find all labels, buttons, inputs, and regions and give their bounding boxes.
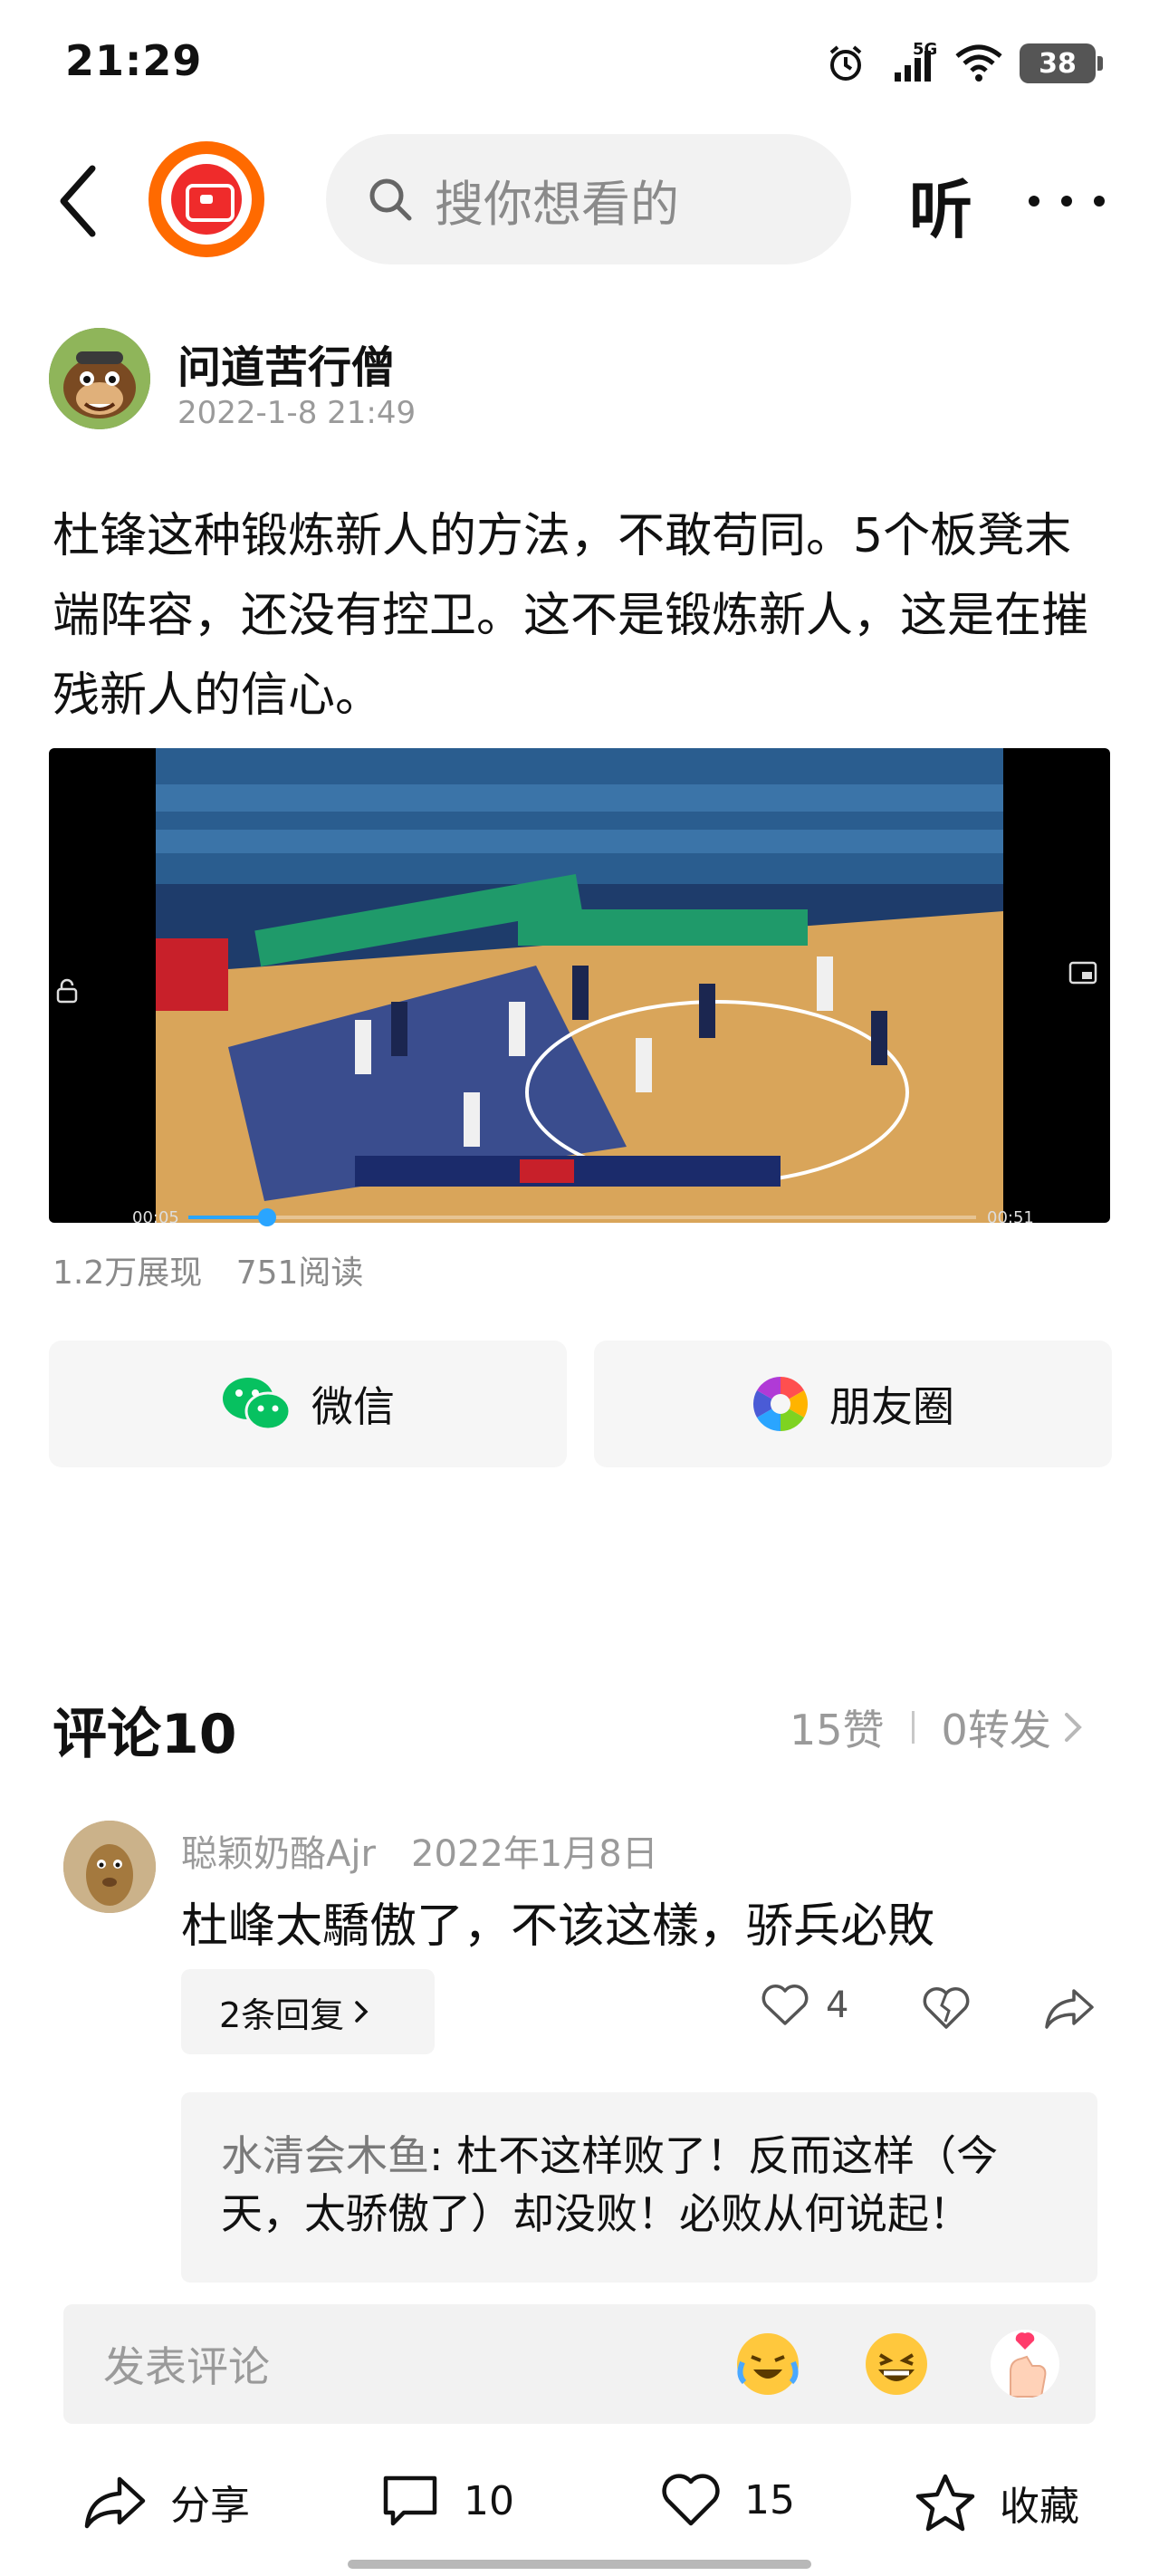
replies-count-label: 2条回复: [219, 1994, 345, 2035]
video-progress-handle[interactable]: [258, 1208, 276, 1226]
engagement-summary[interactable]: 15赞 0转发: [790, 1697, 1084, 1757]
video-player[interactable]: [49, 748, 1110, 1223]
bottom-action-bar: 分享 10 15 收藏: [0, 2446, 1159, 2554]
reply-author[interactable]: 水清会木鱼: [221, 2131, 429, 2180]
likes-summary: 15赞: [790, 1706, 885, 1754]
favorite-label: 收藏: [1000, 2484, 1079, 2530]
moments-icon: [752, 1377, 809, 1431]
status-time: 21:29: [65, 36, 203, 85]
share-moments-button[interactable]: 朋友圈: [594, 1341, 1112, 1467]
chevron-right-icon: [1064, 1713, 1082, 1742]
home-indicator[interactable]: [348, 2560, 811, 2569]
share-button[interactable]: 分享: [83, 2473, 250, 2531]
commenter-name[interactable]: 聪颖奶酪Ajr: [181, 1824, 376, 1877]
lock-icon[interactable]: [54, 978, 80, 1004]
finger-heart-emoji-icon[interactable]: [991, 2330, 1059, 2398]
post-body: 杜锋这种锻炼新人的方法，不敢苟同。5个板凳末端阵容，还没有控卫。这不是锻炼新人，…: [53, 509, 1089, 723]
search-icon: [369, 178, 412, 221]
video-progress-track[interactable]: [188, 1216, 976, 1219]
commenter-avatar[interactable]: [63, 1821, 156, 1913]
comment-like-button[interactable]: 4: [761, 1984, 848, 2027]
wifi-icon: [955, 44, 1002, 82]
comment-dislike-button[interactable]: [922, 1985, 971, 2031]
comment-count: 10: [464, 2477, 514, 2524]
more-dot-icon: [1029, 196, 1039, 207]
video-current-time: 00:05: [132, 1208, 179, 1227]
comment-input[interactable]: 发表评论: [63, 2304, 1096, 2424]
search-placeholder: 搜你想看的: [435, 175, 679, 233]
grin-emoji-icon[interactable]: [862, 2330, 931, 2398]
video-progress-fill: [188, 1216, 267, 1219]
reply-preview[interactable]: 水清会木鱼: 杜不这样败了！反而这样（今天，太骄傲了）却没败！必败从何说起！: [181, 2092, 1097, 2283]
pip-icon[interactable]: [1068, 960, 1097, 985]
status-icons: 5G 38: [826, 38, 1103, 89]
chevron-left-icon: [60, 165, 96, 237]
network-type: 5G: [913, 40, 938, 59]
impressions-count: 1.2万展现: [53, 1254, 203, 1292]
search-input[interactable]: 搜你想看的: [326, 134, 851, 264]
comment-date: 2022年1月8日: [411, 1833, 658, 1875]
more-dot-icon: [1094, 196, 1105, 207]
broken-heart-icon: [923, 1987, 970, 2029]
battery-indicator: 38: [1020, 43, 1103, 83]
author-name[interactable]: 问道苦行僧: [177, 332, 395, 395]
share-wechat-label: 微信: [311, 1382, 395, 1431]
video-duration: 00:51: [987, 1208, 1034, 1227]
toutiao-logo-icon: [171, 164, 242, 235]
share-arrow-icon: [84, 2476, 146, 2529]
share-label: 分享: [170, 2483, 250, 2529]
share-moments-label: 朋友圈: [829, 1382, 954, 1431]
star-outline-icon: [915, 2474, 975, 2532]
share-arrow-icon: [1045, 1989, 1094, 2029]
laugh-cry-emoji-icon[interactable]: [733, 2330, 802, 2398]
share-wechat-button[interactable]: 微信: [49, 1341, 567, 1467]
comment-input-placeholder: 发表评论: [103, 2342, 270, 2391]
view-replies-button[interactable]: 2条回复: [181, 1969, 435, 2054]
meta-divider: [911, 1711, 915, 1744]
comment-share-button[interactable]: [1043, 1985, 1096, 2031]
app-logo[interactable]: [148, 141, 264, 257]
alarm-icon: [829, 45, 862, 81]
comment-like-count: 4: [826, 1985, 849, 2026]
more-dot-icon: [1061, 196, 1072, 207]
reposts-summary: 0转发: [941, 1706, 1051, 1754]
favorite-button[interactable]: 收藏: [915, 2473, 1079, 2533]
post-stats: 1.2万展现 751阅读: [53, 1246, 363, 1293]
video-thumbnail: [156, 748, 1003, 1223]
like-count: 15: [744, 2476, 795, 2523]
comment-button[interactable]: 10: [380, 2473, 514, 2529]
comments-title: 评论10: [53, 1703, 237, 1766]
reads-count: 751阅读: [235, 1254, 364, 1292]
heart-outline-icon: [662, 2474, 720, 2526]
more-options-button[interactable]: [1029, 168, 1105, 234]
heart-outline-icon: [761, 1985, 809, 2025]
comment-text: 杜峰太驕傲了，不该这樣，骄兵必敗: [181, 1899, 935, 1954]
comment-bubble-icon: [383, 2475, 437, 2526]
author-avatar[interactable]: [49, 328, 150, 429]
cell-signal-icon: 5G: [882, 40, 938, 83]
post-date: 2022-1-8 21:49: [177, 395, 417, 431]
wechat-icon: [223, 1378, 292, 1431]
back-button[interactable]: [51, 156, 105, 246]
chevron-right-icon: [355, 2001, 369, 2023]
listen-button[interactable]: 听: [909, 159, 972, 251]
like-button[interactable]: 15: [661, 2473, 795, 2527]
